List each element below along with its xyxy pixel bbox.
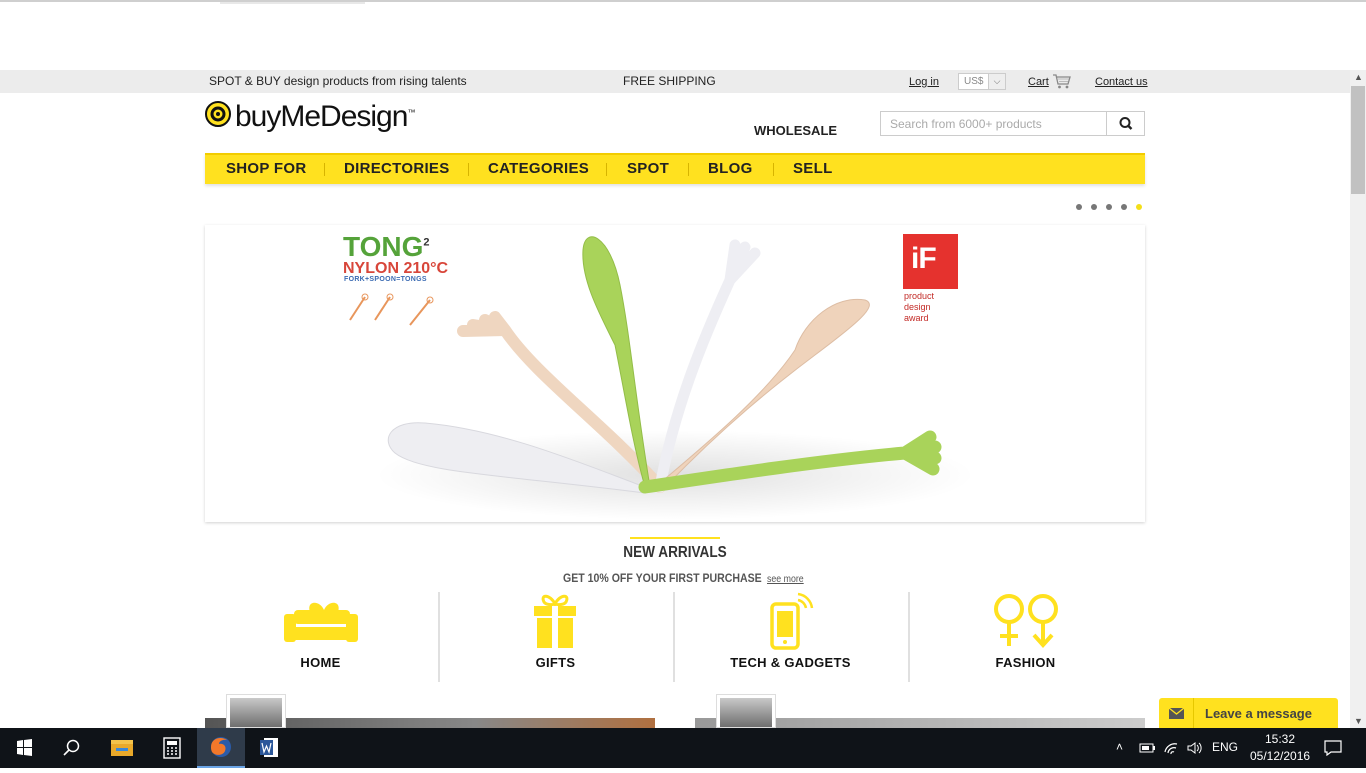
scroll-down-icon[interactable]: ▼ bbox=[1354, 716, 1363, 726]
nav-sell[interactable]: SELL bbox=[793, 160, 833, 177]
slider-dot-active[interactable] bbox=[1136, 204, 1142, 210]
brand-trademark: ™ bbox=[407, 108, 415, 117]
gift-icon bbox=[534, 594, 576, 648]
nav-separator bbox=[773, 163, 774, 176]
search-button[interactable] bbox=[1106, 112, 1144, 135]
search-input[interactable] bbox=[881, 112, 1106, 135]
slider-dot[interactable] bbox=[1106, 204, 1112, 210]
language-indicator[interactable]: ENG bbox=[1212, 740, 1238, 754]
notification-icon[interactable] bbox=[1324, 740, 1342, 756]
if-caption-line: design bbox=[904, 302, 931, 312]
chevron-up-icon[interactable]: ˄ bbox=[1116, 740, 1123, 754]
category-home[interactable]: HOME bbox=[203, 592, 438, 682]
nav-shop-for[interactable]: SHOP FOR bbox=[226, 160, 306, 177]
section-title: NEW ARRIVALS bbox=[623, 544, 727, 561]
shipping-notice: FREE SHIPPING bbox=[623, 74, 716, 88]
category-gifts[interactable]: GIFTS bbox=[438, 592, 673, 682]
slider-dot[interactable] bbox=[1076, 204, 1082, 210]
avatar[interactable] bbox=[716, 694, 776, 728]
if-logo-text: iF bbox=[911, 242, 937, 275]
if-caption-line: award bbox=[904, 313, 929, 323]
see-more-link[interactable]: see more bbox=[767, 574, 804, 585]
hero-banner[interactable]: TONG2 NYLON 210°C FORK+SPOON=TONGS iF pr… bbox=[205, 225, 1145, 522]
sofa-heart-icon bbox=[284, 602, 358, 642]
scrollbar-thumb[interactable] bbox=[1351, 86, 1365, 194]
if-award-logo: iF bbox=[903, 234, 958, 289]
section-divider bbox=[630, 537, 720, 539]
search-icon bbox=[1119, 117, 1133, 130]
firefox-icon[interactable] bbox=[197, 728, 245, 768]
nav-directories[interactable]: DIRECTORIES bbox=[344, 160, 450, 177]
phone-icon bbox=[770, 592, 814, 650]
nav-separator bbox=[606, 163, 607, 176]
clock-time: 15:32 bbox=[1264, 732, 1296, 746]
promo-line: GET 10% OFF YOUR FIRST PURCHASE see more bbox=[563, 571, 804, 585]
category-tech-gadgets[interactable]: TECH & GADGETS bbox=[673, 592, 908, 682]
volume-icon[interactable] bbox=[1186, 740, 1204, 756]
category-label: HOME bbox=[300, 655, 341, 670]
login-link[interactable]: Log in bbox=[909, 76, 939, 88]
clock[interactable]: 15:32 05/12/2016 bbox=[1250, 731, 1310, 765]
clock-date: 05/12/2016 bbox=[1250, 749, 1311, 763]
brand-logo[interactable]: buyMeDesign™ bbox=[235, 100, 415, 134]
tong-title-sup: 2 bbox=[423, 236, 430, 249]
brand-name: buyMeDesign bbox=[235, 100, 408, 133]
category-label: TECH & GADGETS bbox=[730, 655, 851, 670]
tong-title-text: TONG bbox=[343, 231, 424, 262]
tong-title: TONG2 bbox=[343, 231, 430, 263]
main-nav: SHOP FOR DIRECTORIES CATEGORIES SPOT BLO… bbox=[205, 153, 1145, 184]
battery-icon[interactable] bbox=[1138, 741, 1156, 755]
file-explorer-icon[interactable] bbox=[98, 728, 146, 768]
nav-separator bbox=[468, 163, 469, 176]
chat-widget[interactable]: Leave a message bbox=[1159, 698, 1338, 728]
if-award-caption: product design award bbox=[904, 291, 934, 324]
promo-text: GET 10% OFF YOUR FIRST PURCHASE bbox=[563, 571, 762, 585]
tagline: SPOT & BUY design products from rising t… bbox=[209, 74, 467, 88]
category-label: FASHION bbox=[995, 655, 1056, 670]
category-label: GIFTS bbox=[535, 655, 576, 670]
nav-categories[interactable]: CATEGORIES bbox=[488, 160, 589, 177]
nav-separator bbox=[324, 163, 325, 176]
wifi-icon[interactable] bbox=[1163, 740, 1181, 756]
chat-label: Leave a message bbox=[1205, 706, 1312, 721]
slider-dot[interactable] bbox=[1091, 204, 1097, 210]
page-scrollbar[interactable]: ▲ ▼ bbox=[1350, 70, 1366, 728]
browser-tab[interactable] bbox=[220, 2, 365, 4]
nav-separator bbox=[688, 163, 689, 176]
nav-blog[interactable]: BLOG bbox=[708, 160, 753, 177]
gender-icon bbox=[994, 594, 1058, 648]
nav-spot[interactable]: SPOT bbox=[627, 160, 669, 177]
if-caption-line: product bbox=[904, 291, 935, 301]
search-box bbox=[880, 111, 1145, 136]
chevron-down-icon[interactable]: ⌵ bbox=[988, 74, 1005, 89]
category-fashion[interactable]: FASHION bbox=[908, 592, 1143, 682]
top-bar: SPOT & BUY design products from rising t… bbox=[0, 70, 1350, 93]
avatar-image bbox=[230, 698, 282, 727]
avatar[interactable] bbox=[226, 694, 286, 728]
windows-start-icon[interactable] bbox=[0, 728, 48, 768]
tong-tagline: FORK+SPOON=TONGS bbox=[344, 276, 427, 283]
cart-link[interactable]: Cart bbox=[1028, 76, 1049, 88]
calculator-icon[interactable] bbox=[148, 728, 196, 768]
currency-value: US$ bbox=[964, 76, 984, 87]
avatar-image bbox=[720, 698, 772, 727]
currency-select[interactable]: US$ ⌵ bbox=[958, 73, 1006, 90]
taskbar: ˄ ENG 15:32 05/12/2016 bbox=[0, 728, 1366, 768]
word-icon[interactable] bbox=[246, 728, 294, 768]
scroll-up-icon[interactable]: ▲ bbox=[1354, 72, 1363, 82]
logo-icon[interactable] bbox=[205, 101, 231, 127]
browser-chrome bbox=[0, 0, 1366, 70]
search-icon[interactable] bbox=[48, 728, 96, 768]
slider-dot[interactable] bbox=[1121, 204, 1127, 210]
new-arrivals-header: NEW ARRIVALS bbox=[0, 537, 1350, 562]
cart-icon[interactable] bbox=[1052, 73, 1072, 89]
contact-link[interactable]: Contact us bbox=[1095, 76, 1148, 88]
wholesale-link[interactable]: WHOLESALE bbox=[754, 123, 837, 138]
envelope-icon bbox=[1159, 698, 1194, 728]
